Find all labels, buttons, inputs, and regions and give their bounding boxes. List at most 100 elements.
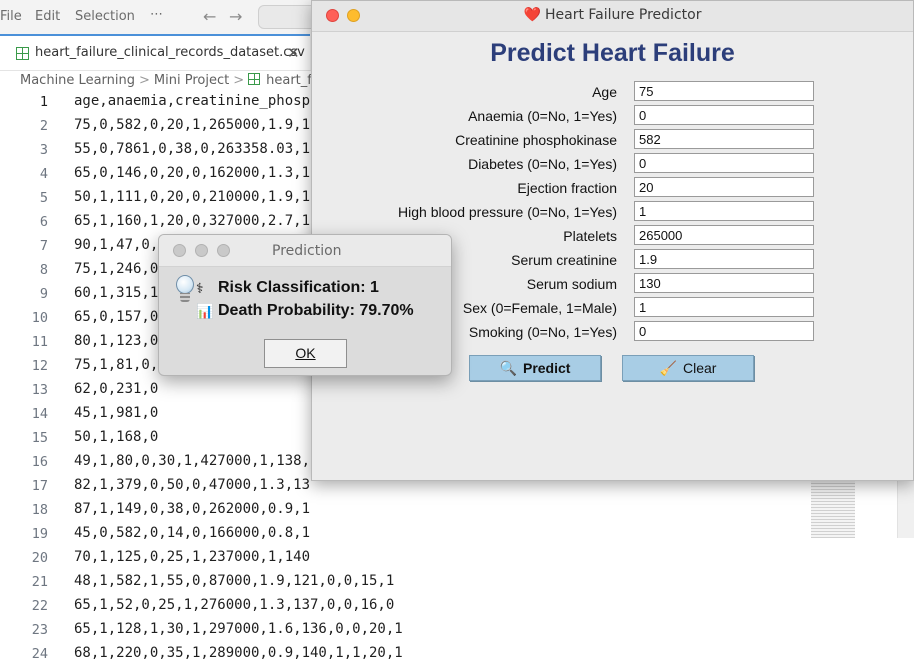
line-number: 1	[39, 94, 48, 110]
breadcrumb: Machine Learning > Mini Project > heart_fail…	[20, 73, 336, 88]
field-input[interactable]	[634, 153, 814, 173]
risk-text: Risk Classification: 1	[218, 279, 379, 296]
predict-button[interactable]: 🔍 Predict	[469, 355, 601, 381]
line-text: 65,0,157,0	[74, 309, 159, 325]
line-text: 65,0,146,0,20,0,162000,1.3,1	[74, 165, 311, 181]
minimap[interactable]	[811, 480, 855, 538]
line-number: 23	[31, 622, 48, 638]
table-file-icon	[16, 47, 29, 60]
field-input[interactable]	[634, 81, 814, 101]
line-text: 50,1,111,0,20,0,210000,1.9,1	[74, 189, 311, 205]
form-row: Ejection fraction	[312, 177, 913, 201]
dialog-titlebar: Prediction	[159, 235, 451, 267]
menu-file[interactable]: File	[0, 9, 22, 24]
field-input[interactable]	[634, 249, 814, 269]
line-number: 11	[31, 334, 48, 350]
code-line[interactable]: 24 68,1,220,0,35,1,289000,0.9,140,1,1,20,…	[0, 643, 914, 667]
line-number: 7	[39, 238, 48, 254]
field-label: Serum creatinine	[511, 252, 617, 268]
line-text: 65,1,128,1,30,1,297000,1.6,136,0,0,20,1	[74, 621, 403, 637]
prediction-dialog: Prediction ⚕ Risk Classification: 1 📊 Deat…	[158, 234, 452, 376]
form-row: Anaemia (0=No, 1=Yes)	[312, 105, 913, 129]
window-titlebar: ❤️ Heart Failure Predictor	[312, 1, 913, 32]
field-input[interactable]	[634, 201, 814, 221]
code-line[interactable]: 18 87,1,149,0,38,0,262000,0.9,1	[0, 499, 914, 523]
lightbulb-icon	[174, 275, 196, 305]
line-text: 75,0,582,0,20,1,265000,1.9,1	[74, 117, 311, 133]
ok-button[interactable]: OK	[264, 339, 347, 368]
close-dialog-button[interactable]	[173, 244, 186, 257]
menu-edit[interactable]: Edit	[35, 9, 60, 24]
line-text: 55,0,7861,0,38,0,263358.03,1	[74, 141, 311, 157]
line-number: 24	[31, 646, 48, 662]
code-line[interactable]: 23 65,1,128,1,30,1,297000,1.6,136,0,0,20,…	[0, 619, 914, 643]
editor-scrollbar[interactable]	[897, 480, 914, 538]
line-text: 87,1,149,0,38,0,262000,0.9,1	[74, 501, 311, 517]
code-line[interactable]: 22 65,1,52,0,25,1,276000,1.3,137,0,0,16,0	[0, 595, 914, 619]
form-row: Diabetes (0=No, 1=Yes)	[312, 153, 913, 177]
line-number: 2	[39, 118, 48, 134]
line-text: 50,1,168,0	[74, 429, 159, 445]
form-row: Creatinine phosphokinase	[312, 129, 913, 153]
probability-text: Death Probability: 79.70%	[218, 302, 414, 319]
line-text: 75,1,81,0,	[74, 357, 159, 373]
line-text: 68,1,220,0,35,1,289000,0.9,140,1,1,20,1	[74, 645, 403, 661]
line-text: 65,1,160,1,20,0,327000,2.7,1	[74, 213, 311, 229]
table-file-icon	[248, 73, 261, 85]
field-label: Platelets	[563, 228, 617, 244]
field-label: Sex (0=Female, 1=Male)	[462, 300, 617, 316]
field-label: High blood pressure (0=No, 1=Yes)	[398, 204, 617, 220]
line-text: 70,1,125,0,25,1,237000,1,140	[74, 549, 311, 565]
field-input[interactable]	[634, 225, 814, 245]
window-title-text: Heart Failure Predictor	[544, 7, 702, 23]
clear-button[interactable]: 🧹 Clear	[622, 355, 754, 381]
medical-symbol-icon: ⚕	[196, 280, 204, 296]
forward-arrow-icon[interactable]: →	[229, 7, 242, 26]
back-arrow-icon[interactable]: ←	[203, 7, 216, 26]
field-input[interactable]	[634, 129, 814, 149]
line-text: 49,1,80,0,30,1,427000,1,138,	[74, 453, 311, 469]
bar-chart-icon: 📊	[196, 303, 214, 319]
code-line[interactable]: 19 45,0,582,0,14,0,166000,0.8,1	[0, 523, 914, 547]
line-number: 21	[31, 574, 48, 590]
line-text: 45,1,981,0	[74, 405, 159, 421]
line-number: 15	[31, 430, 48, 446]
field-label: Anaemia (0=No, 1=Yes)	[468, 108, 617, 124]
field-input[interactable]	[634, 177, 814, 197]
tab-label: heart_failure_clinical_records_dataset.c…	[35, 45, 305, 60]
clear-label: Clear	[682, 360, 717, 376]
minimize-dialog-button[interactable]	[195, 244, 208, 257]
line-number: 19	[31, 526, 48, 542]
line-number: 14	[31, 406, 48, 422]
breadcrumb-item[interactable]: Machine Learning	[20, 73, 135, 88]
line-number: 20	[31, 550, 48, 566]
field-input[interactable]	[634, 273, 814, 293]
line-number: 22	[31, 598, 48, 614]
field-label: Creatinine phosphokinase	[455, 132, 617, 148]
line-text: age,anaemia,creatinine_phosp	[74, 93, 311, 109]
code-line[interactable]: 21 48,1,582,1,55,0,87000,1.9,121,0,0,15,1	[0, 571, 914, 595]
close-icon[interactable]: ✕	[287, 44, 300, 62]
line-text: 48,1,582,1,55,0,87000,1.9,121,0,0,15,1	[74, 573, 395, 589]
field-input[interactable]	[634, 321, 814, 341]
field-label: Age	[592, 84, 617, 100]
form-row: High blood pressure (0=No, 1=Yes)	[312, 201, 913, 225]
magnifier-icon: 🔍	[499, 360, 517, 376]
field-label: Smoking (0=No, 1=Yes)	[468, 324, 617, 340]
line-number: 18	[31, 502, 48, 518]
broom-icon: 🧹	[659, 360, 677, 376]
line-number: 16	[31, 454, 48, 470]
field-input[interactable]	[634, 105, 814, 125]
window-title: ❤️ Heart Failure Predictor	[312, 7, 913, 23]
field-input[interactable]	[634, 297, 814, 317]
field-label: Diabetes (0=No, 1=Yes)	[468, 156, 617, 172]
code-line[interactable]: 20 70,1,125,0,25,1,237000,1,140	[0, 547, 914, 571]
line-number: 13	[31, 382, 48, 398]
menu-selection[interactable]: Selection	[75, 9, 135, 24]
tab-csv-file[interactable]: heart_failure_clinical_records_dataset.c…	[0, 34, 310, 70]
line-text: 82,1,379,0,50,0,47000,1.3,13	[74, 477, 311, 493]
menu-more[interactable]: ⋯	[150, 7, 163, 22]
dialog-title: Prediction	[272, 243, 342, 259]
zoom-dialog-button[interactable]	[217, 244, 230, 257]
breadcrumb-item[interactable]: Mini Project	[154, 73, 229, 88]
